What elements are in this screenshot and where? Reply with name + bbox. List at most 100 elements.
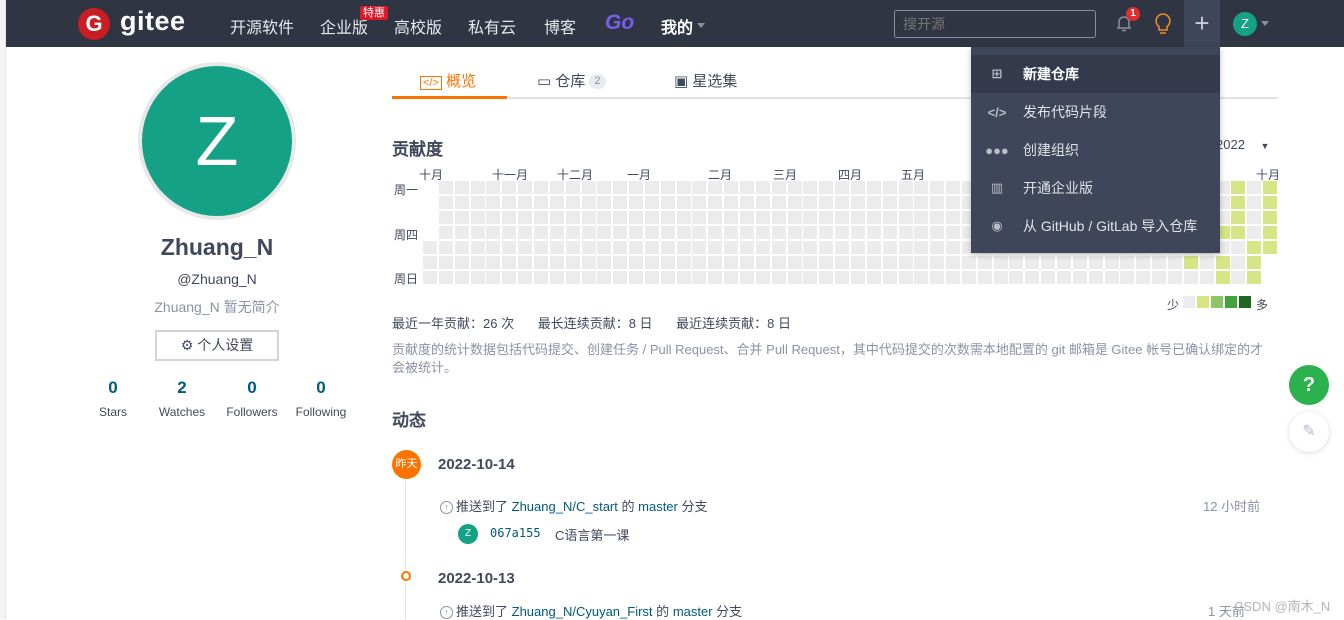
heatmap-cell[interactable] bbox=[676, 256, 691, 269]
heatmap-cell[interactable] bbox=[866, 241, 881, 254]
year-select[interactable]: 2022 ▼ bbox=[1216, 137, 1269, 152]
heatmap-cell[interactable] bbox=[1057, 271, 1071, 284]
heatmap-cell[interactable] bbox=[930, 226, 945, 239]
heatmap-cell[interactable] bbox=[866, 181, 881, 194]
heatmap-cell[interactable] bbox=[613, 211, 628, 224]
heatmap-cell[interactable] bbox=[629, 271, 644, 284]
repo-link[interactable]: Zhuang_N/Cyuyan_First bbox=[512, 604, 653, 619]
commit-author-avatar[interactable]: Z bbox=[458, 524, 478, 544]
heatmap-cell[interactable] bbox=[787, 226, 802, 239]
heatmap-cell[interactable] bbox=[613, 271, 628, 284]
heatmap-cell[interactable] bbox=[565, 226, 580, 239]
heatmap-cell[interactable] bbox=[644, 211, 659, 224]
heatmap-cell[interactable] bbox=[660, 211, 675, 224]
lightbulb-icon[interactable] bbox=[1153, 12, 1173, 36]
heatmap-cell[interactable] bbox=[565, 271, 580, 284]
heatmap-cell[interactable] bbox=[993, 256, 1008, 269]
heatmap-cell[interactable] bbox=[692, 271, 707, 284]
heatmap-cell[interactable] bbox=[930, 271, 945, 284]
heatmap-cell[interactable] bbox=[882, 271, 897, 284]
heatmap-cell[interactable] bbox=[454, 196, 469, 209]
heatmap-cell[interactable] bbox=[914, 256, 929, 269]
heatmap-cell[interactable] bbox=[660, 226, 675, 239]
heatmap-cell[interactable] bbox=[835, 271, 850, 284]
heatmap-cell[interactable] bbox=[914, 211, 929, 224]
heatmap-cell[interactable] bbox=[835, 256, 850, 269]
heatmap-cell[interactable] bbox=[835, 241, 850, 254]
heatmap-cell[interactable] bbox=[882, 256, 897, 269]
heatmap-cell[interactable] bbox=[502, 196, 517, 209]
heatmap-cell[interactable] bbox=[692, 241, 707, 254]
heatmap-cell[interactable] bbox=[819, 211, 834, 224]
heatmap-cell[interactable] bbox=[692, 196, 707, 209]
nav-private-cloud[interactable]: 私有云 bbox=[468, 14, 516, 38]
branch-link[interactable]: master bbox=[673, 604, 713, 619]
heatmap-cell[interactable] bbox=[502, 241, 517, 254]
heatmap-cell[interactable] bbox=[676, 241, 691, 254]
heatmap-cell[interactable] bbox=[438, 211, 453, 224]
heatmap-cell[interactable] bbox=[1041, 271, 1056, 284]
heatmap-cell[interactable] bbox=[898, 226, 913, 239]
heatmap-cell[interactable] bbox=[518, 271, 533, 284]
heatmap-cell[interactable] bbox=[1263, 196, 1278, 209]
heatmap-cell[interactable] bbox=[629, 196, 644, 209]
heatmap-cell[interactable] bbox=[1247, 196, 1262, 209]
heatmap-cell[interactable] bbox=[1025, 256, 1040, 269]
heatmap-cell[interactable] bbox=[708, 271, 723, 284]
heatmap-cell[interactable] bbox=[1120, 256, 1135, 269]
heatmap-cell[interactable] bbox=[1120, 271, 1135, 284]
heatmap-cell[interactable] bbox=[549, 196, 564, 209]
heatmap-cell[interactable] bbox=[565, 196, 580, 209]
heatmap-cell[interactable] bbox=[644, 196, 659, 209]
heatmap-cell[interactable] bbox=[1152, 271, 1167, 284]
heatmap-cell[interactable] bbox=[819, 226, 834, 239]
heatmap-cell[interactable] bbox=[629, 226, 644, 239]
heatmap-cell[interactable] bbox=[597, 181, 612, 194]
heatmap-cell[interactable] bbox=[1215, 256, 1230, 269]
heatmap-cell[interactable] bbox=[835, 196, 850, 209]
heatmap-cell[interactable] bbox=[771, 241, 786, 254]
menu-item-import[interactable]: ◉ 从 GitHub / GitLab 导入仓库 bbox=[971, 207, 1220, 245]
heatmap-cell[interactable] bbox=[787, 271, 802, 284]
heatmap-cell[interactable] bbox=[771, 181, 786, 194]
heatmap-cell[interactable] bbox=[914, 271, 929, 284]
heatmap-cell[interactable] bbox=[914, 226, 929, 239]
heatmap-cell[interactable] bbox=[438, 196, 453, 209]
heatmap-cell[interactable] bbox=[771, 196, 786, 209]
heatmap-cell[interactable] bbox=[518, 211, 533, 224]
heatmap-cell[interactable] bbox=[930, 196, 945, 209]
heatmap-cell[interactable] bbox=[629, 256, 644, 269]
heatmap-cell[interactable] bbox=[898, 256, 913, 269]
heatmap-cell[interactable] bbox=[644, 181, 659, 194]
heatmap-cell[interactable] bbox=[502, 271, 517, 284]
heatmap-cell[interactable] bbox=[454, 226, 469, 239]
heatmap-cell[interactable] bbox=[1009, 271, 1024, 284]
heatmap-cell[interactable] bbox=[724, 256, 739, 269]
heatmap-cell[interactable] bbox=[581, 241, 596, 254]
heatmap-cell[interactable] bbox=[1088, 271, 1103, 284]
heatmap-cell[interactable] bbox=[1231, 226, 1246, 239]
heatmap-cell[interactable] bbox=[660, 271, 675, 284]
heatmap-cell[interactable] bbox=[518, 256, 533, 269]
heatmap-cell[interactable] bbox=[866, 256, 881, 269]
heatmap-cell[interactable] bbox=[708, 196, 723, 209]
heatmap-cell[interactable] bbox=[835, 181, 850, 194]
heatmap-cell[interactable] bbox=[724, 241, 739, 254]
heatmap-cell[interactable] bbox=[692, 256, 707, 269]
nav-education[interactable]: 高校版 bbox=[394, 14, 442, 38]
heatmap-cell[interactable] bbox=[946, 241, 961, 254]
heatmap-cell[interactable] bbox=[882, 241, 897, 254]
heatmap-cell[interactable] bbox=[581, 181, 596, 194]
nav-go[interactable]: Go bbox=[605, 11, 634, 35]
heatmap-cell[interactable] bbox=[1199, 271, 1214, 284]
heatmap-cell[interactable] bbox=[819, 256, 834, 269]
heatmap-cell[interactable] bbox=[898, 181, 913, 194]
heatmap-cell[interactable] bbox=[597, 196, 612, 209]
heatmap-cell[interactable] bbox=[1263, 226, 1278, 239]
heatmap-cell[interactable] bbox=[1231, 211, 1246, 224]
heatmap-cell[interactable] bbox=[803, 271, 818, 284]
user-avatar[interactable]: Z bbox=[1233, 12, 1257, 36]
heatmap-cell[interactable] bbox=[502, 256, 517, 269]
commit-sha-link[interactable]: 067a155 bbox=[490, 526, 541, 540]
heatmap-cell[interactable] bbox=[470, 196, 485, 209]
